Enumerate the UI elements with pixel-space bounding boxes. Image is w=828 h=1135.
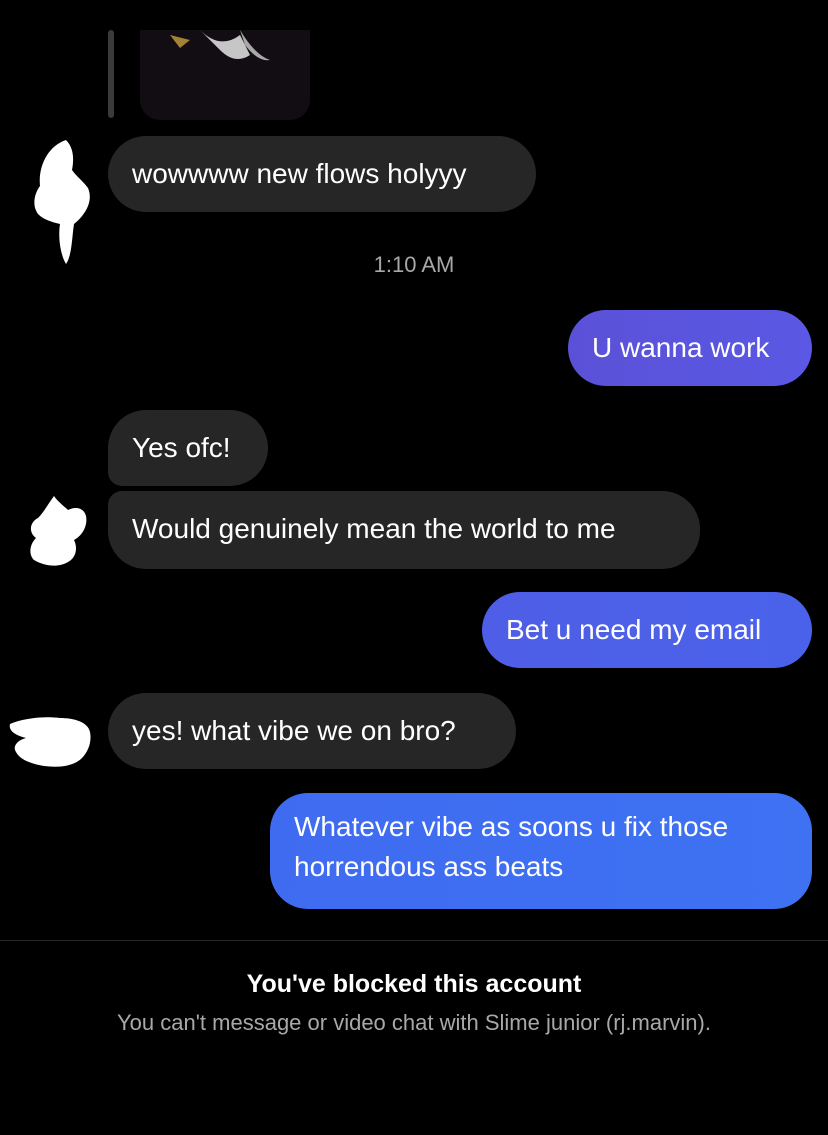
redacted-avatar <box>9 717 91 767</box>
outgoing-message-bubble[interactable]: Whatever vibe as soons u fix those horre… <box>270 793 812 909</box>
message-text: yes! what vibe we on bro? <box>132 715 456 746</box>
incoming-message-bubble[interactable]: yes! what vibe we on bro? <box>108 693 516 769</box>
message-text: Bet u need my email <box>506 614 762 645</box>
reply-indicator-bar <box>108 30 114 118</box>
outgoing-message-bubble[interactable]: Bet u need my email <box>482 592 812 668</box>
blocked-notice-title: You've blocked this account <box>246 970 582 998</box>
redacted-avatar <box>30 496 87 566</box>
message-text-line: Whatever vibe as soons u fix those <box>294 811 729 842</box>
incoming-message-bubble[interactable]: wowwww new flows holyyy <box>108 136 536 212</box>
message-text: wowwww new flows holyyy <box>132 158 467 189</box>
redacted-avatar <box>34 140 90 264</box>
incoming-message-bubble[interactable]: Would genuinely mean the world to me <box>108 491 700 569</box>
message-text-line: horrendous ass beats <box>294 851 564 882</box>
message-text: Yes ofc! <box>132 432 231 463</box>
shared-image <box>170 30 270 61</box>
message-text: Would genuinely mean the world to me <box>132 513 616 544</box>
message-text: U wanna work <box>592 332 770 363</box>
blocked-notice-subtitle: You can't message or video chat with Sli… <box>117 1010 711 1035</box>
divider <box>0 940 828 941</box>
timestamp: 1:10 AM <box>373 252 455 277</box>
outgoing-message-bubble[interactable]: U wanna work <box>568 310 812 386</box>
incoming-message-bubble[interactable]: Yes ofc! <box>108 410 268 486</box>
shared-media-preview[interactable] <box>140 30 310 120</box>
